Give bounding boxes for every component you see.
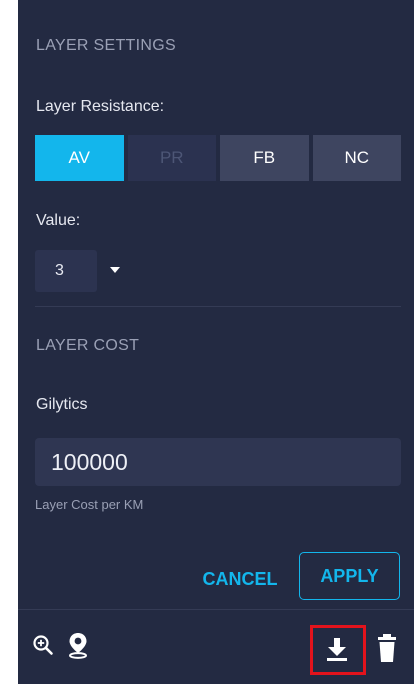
chevron-down-icon[interactable] — [110, 267, 120, 273]
value-select[interactable]: 3 — [35, 250, 97, 292]
resistance-option-nc[interactable]: NC — [312, 135, 401, 181]
section-divider — [35, 306, 401, 307]
zoom-in-icon[interactable] — [30, 632, 56, 658]
resistance-option-av[interactable]: AV — [35, 135, 124, 181]
resistance-option-pr[interactable]: PR — [127, 135, 216, 181]
cancel-button[interactable]: CANCEL — [180, 564, 300, 594]
download-highlight-box — [310, 625, 366, 675]
layer-panel: LAYER SETTINGS Layer Resistance: AV PR F… — [18, 0, 414, 684]
apply-button[interactable]: APPLY — [299, 552, 400, 600]
layer-settings-title: LAYER SETTINGS — [36, 37, 176, 54]
layer-cost-title: LAYER COST — [36, 337, 140, 354]
layer-cost-input[interactable]: 100000 — [35, 438, 401, 486]
footer-divider — [18, 609, 414, 610]
resistance-option-fb[interactable]: FB — [220, 135, 309, 181]
layer-resistance-label: Layer Resistance: — [36, 98, 165, 115]
value-label: Value: — [36, 212, 81, 229]
provider-label: Gilytics — [36, 396, 88, 413]
resistance-segmented-control: AV PR FB NC — [35, 135, 401, 181]
location-pin-icon[interactable] — [64, 630, 92, 660]
trash-icon[interactable] — [374, 630, 400, 666]
layer-cost-helper: Layer Cost per KM — [35, 497, 144, 512]
